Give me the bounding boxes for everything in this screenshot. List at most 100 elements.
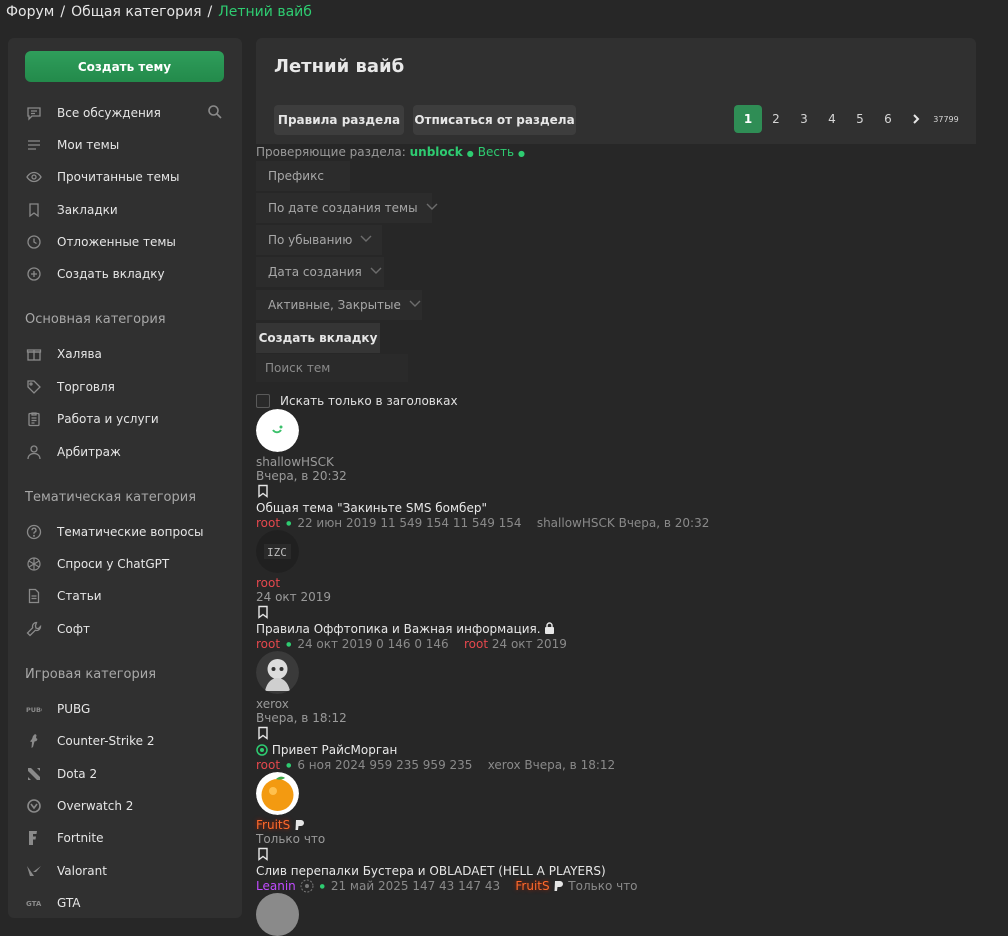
- thread-title-row[interactable]: Привет РайсМорган: [256, 743, 976, 758]
- sidebar-item-software[interactable]: Софт: [25, 619, 90, 639]
- last-poster[interactable]: root: [464, 637, 488, 651]
- separator-dot: ●: [286, 520, 292, 527]
- reviewer-link[interactable]: Весть: [478, 145, 514, 159]
- thread-starter[interactable]: root: [256, 516, 280, 530]
- page-button[interactable]: 5: [846, 105, 874, 133]
- sidebar-item-create-tab[interactable]: Создать вкладку: [25, 264, 165, 284]
- chat-icon: [25, 104, 43, 122]
- sidebar-item-bookmarks[interactable]: Закладки: [25, 200, 118, 220]
- thread-time: 24 окт 2019: [256, 590, 332, 604]
- thread-item[interactable]: FruitS Только что Слив перепалки Бустера…: [256, 772, 976, 894]
- clipboard-icon: [25, 410, 43, 428]
- titles-only-label: Искать только в заголовках: [280, 394, 458, 408]
- sidebar-item-overwatch2[interactable]: Overwatch 2: [25, 796, 133, 816]
- thread-title[interactable]: Общая тема "Закиньте SMS бомбер": [256, 501, 976, 516]
- last-poster[interactable]: xerox: [488, 758, 521, 772]
- thread-author[interactable]: FruitS: [256, 818, 290, 832]
- last-poster[interactable]: FruitS: [515, 879, 549, 893]
- page-button-current[interactable]: 1: [734, 105, 762, 133]
- sidebar-item-read-threads[interactable]: Прочитанные темы: [25, 167, 179, 187]
- sidebar-item-pubg[interactable]: PUBG PUBG: [25, 699, 90, 719]
- plus-circle-icon: [25, 265, 43, 283]
- thread-starter[interactable]: Leanin: [256, 879, 296, 893]
- sidebar-item-valorant[interactable]: Valorant: [25, 861, 107, 881]
- date-dropdown[interactable]: Дата создания: [256, 257, 384, 287]
- create-thread-button[interactable]: Создать тему: [25, 51, 224, 82]
- bookmark-icon[interactable]: [256, 726, 270, 740]
- thread-created: 6 ноя 2024: [297, 758, 366, 772]
- thread-item[interactable]: IZC root 24 окт 2019 Правила Оффтопика и…: [256, 530, 976, 652]
- titles-only-checkbox[interactable]: [256, 394, 270, 408]
- sidebar-item-cs2[interactable]: Counter-Strike 2: [25, 731, 154, 751]
- create-tab-button[interactable]: Создать вкладку: [256, 323, 380, 353]
- sidebar-item-chatgpt[interactable]: Спроси у ChatGPT: [25, 554, 169, 574]
- breadcrumb-forum[interactable]: Форум: [6, 4, 54, 20]
- page-button[interactable]: 2: [762, 105, 790, 133]
- bookmark-icon[interactable]: [256, 484, 270, 498]
- sidebar-item-trading[interactable]: Торговля: [25, 377, 115, 397]
- thread-title-row[interactable]: Правила Оффтопика и Важная информация.: [256, 622, 976, 637]
- svg-text:IZC: IZC: [267, 546, 287, 559]
- prefix-filter[interactable]: Префикс: [256, 161, 350, 191]
- avatar[interactable]: [256, 772, 299, 815]
- thread-item[interactable]: shallowHSCK Вчера, в 20:32 Общая тема "З…: [256, 409, 976, 531]
- thread-author[interactable]: shallowHSCK: [256, 455, 976, 469]
- unsubscribe-button[interactable]: Отписаться от раздела: [413, 105, 576, 135]
- thread-title[interactable]: Слив перепалки Бустера и OBLADAET (HELL …: [256, 864, 976, 879]
- sidebar-item-my-threads[interactable]: Мои темы: [25, 135, 119, 155]
- sidebar-item-deferred[interactable]: Отложенные темы: [25, 232, 176, 252]
- sidebar-item-label: Халява: [57, 347, 102, 361]
- next-page-icon[interactable]: [902, 105, 930, 133]
- sidebar-item-freebies[interactable]: Халява: [25, 344, 102, 364]
- state-dropdown[interactable]: Активные, Закрытые: [256, 290, 422, 320]
- thread-starter[interactable]: root: [256, 637, 280, 651]
- sidebar-item-articles[interactable]: Статьи: [25, 586, 102, 606]
- date-label: Дата создания: [268, 265, 362, 279]
- order-dropdown[interactable]: По убыванию: [256, 225, 382, 255]
- thread-item[interactable]: xerox Вчера, в 18:12 Привет РайсМорган r…: [256, 651, 976, 773]
- sidebar-item-fortnite[interactable]: Fortnite: [25, 828, 103, 848]
- page-button[interactable]: 4: [818, 105, 846, 133]
- titles-only-option[interactable]: Искать только в заголовках: [256, 394, 458, 408]
- thread-created: 24 окт 2019: [297, 637, 373, 651]
- thread-title[interactable]: Правила Оффтопика и Важная информация.: [256, 622, 541, 636]
- bookmark-icon[interactable]: [256, 847, 270, 861]
- list-icon: [25, 136, 43, 154]
- page-button[interactable]: 6: [874, 105, 902, 133]
- sidebar-item-label: Создать вкладку: [57, 267, 165, 281]
- sidebar-item-label: Софт: [57, 622, 90, 636]
- avatar[interactable]: [256, 651, 299, 694]
- chevron-down-icon: [360, 235, 372, 246]
- search-threads-input[interactable]: Поиск тем: [256, 354, 408, 382]
- sidebar-item-dota2[interactable]: Dota 2: [25, 764, 97, 784]
- sidebar-item-jobs[interactable]: Работа и услуги: [25, 409, 159, 429]
- separator-dot: ●: [518, 149, 525, 158]
- bookmark-icon[interactable]: [256, 605, 270, 619]
- breadcrumb-category[interactable]: Общая категория: [71, 4, 201, 20]
- search-icon[interactable]: [207, 104, 223, 120]
- sidebar-item-label: Арбитраж: [57, 445, 121, 459]
- sidebar-item-all-discussions[interactable]: Все обсуждения: [25, 103, 161, 123]
- sidebar-item-thematic-questions[interactable]: Тематические вопросы: [25, 522, 204, 542]
- counter-strike-icon: [25, 732, 43, 750]
- wrench-icon: [25, 620, 43, 638]
- sidebar-item-arbitration[interactable]: Арбитраж: [25, 442, 121, 462]
- thread-author[interactable]: xerox: [256, 697, 976, 711]
- sidebar-item-label: GTA: [57, 896, 81, 910]
- avatar[interactable]: [256, 893, 299, 936]
- last-page-button[interactable]: 37799: [930, 105, 962, 133]
- chevron-down-icon: [409, 300, 421, 311]
- page-button[interactable]: 3: [790, 105, 818, 133]
- thread-meta: root ● 22 июн 2019 11 549 154 11 549 154 s…: [256, 516, 976, 531]
- last-poster[interactable]: shallowHSCK: [537, 516, 615, 530]
- reviewer-link[interactable]: unblock: [410, 145, 463, 159]
- separator-dot: ●: [286, 641, 292, 648]
- avatar[interactable]: [256, 409, 299, 452]
- sort-dropdown[interactable]: По дате создания темы: [256, 193, 438, 223]
- avatar[interactable]: IZC: [256, 530, 299, 573]
- sidebar-item-gta[interactable]: GTA GTA: [25, 893, 80, 913]
- thread-title[interactable]: Привет РайсМорган: [272, 743, 398, 757]
- section-rules-button[interactable]: Правила раздела: [274, 105, 404, 135]
- thread-author[interactable]: root: [256, 576, 976, 590]
- thread-starter[interactable]: root: [256, 758, 280, 772]
